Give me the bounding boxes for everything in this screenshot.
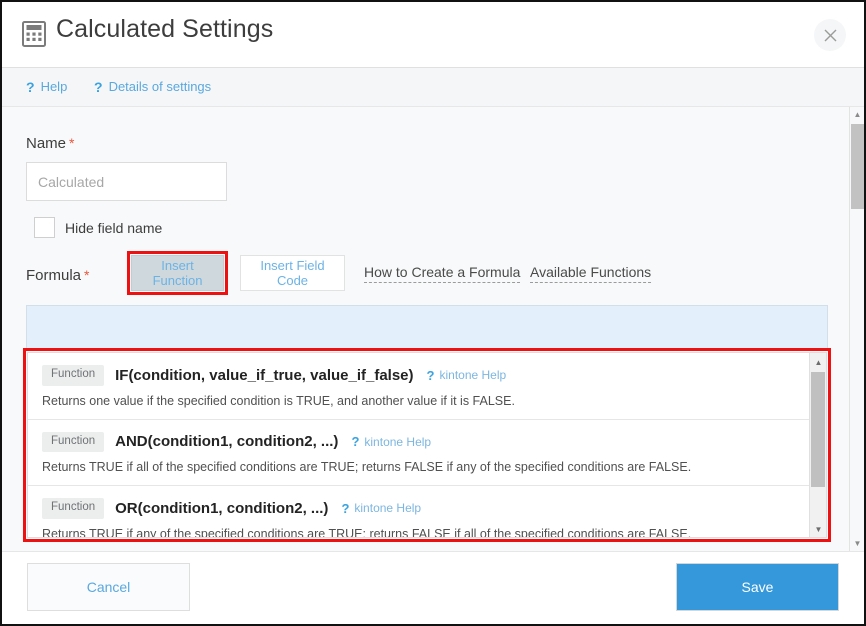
dialog-footer: Cancel Save: [2, 551, 864, 624]
cancel-button[interactable]: Cancel: [27, 563, 190, 611]
list-item[interactable]: Function IF(condition, value_if_true, va…: [28, 353, 811, 420]
question-mark-icon: ?: [427, 368, 435, 383]
hide-field-name-label: Hide field name: [65, 220, 162, 236]
scroll-down-icon[interactable]: ▼: [850, 536, 864, 551]
help-link-label: Help: [41, 79, 68, 94]
page-title: Calculated Settings: [56, 15, 273, 44]
required-marker: *: [84, 267, 89, 283]
function-badge: Function: [42, 432, 104, 453]
hide-field-name-checkbox-row[interactable]: Hide field name: [34, 217, 162, 238]
function-help-link[interactable]: ? kintone Help: [341, 501, 421, 516]
function-signature: AND(condition1, condition2, ...): [115, 433, 338, 450]
scroll-up-icon[interactable]: ▲: [850, 107, 864, 122]
function-badge: Function: [42, 365, 104, 386]
question-mark-icon: ?: [341, 501, 349, 516]
question-mark-icon: ?: [94, 80, 103, 94]
scrollbar-thumb[interactable]: [851, 124, 864, 209]
insert-function-button[interactable]: Insert Function: [131, 255, 224, 291]
function-help-label: kintone Help: [354, 501, 421, 515]
dialog-header: Calculated Settings: [2, 2, 864, 68]
function-header: Function OR(condition1, condition2, ...)…: [42, 498, 797, 519]
function-help-label: kintone Help: [364, 435, 431, 449]
calculated-settings-dialog: Calculated Settings ? Help ? Details of …: [0, 0, 866, 626]
function-signature: IF(condition, value_if_true, value_if_fa…: [115, 367, 413, 384]
function-description: Returns TRUE if any of the specified con…: [42, 527, 797, 539]
insert-field-code-button[interactable]: Insert Field Code: [240, 255, 345, 291]
name-label-text: Name: [26, 135, 66, 152]
help-toolbar: ? Help ? Details of settings: [2, 68, 864, 107]
save-button[interactable]: Save: [676, 563, 839, 611]
available-functions-link[interactable]: Available Functions: [530, 264, 651, 283]
name-field-label: Name*: [26, 135, 74, 152]
scrollbar-thumb[interactable]: [811, 372, 825, 487]
formula-label-text: Formula: [26, 267, 81, 284]
scroll-up-icon[interactable]: ▲: [810, 355, 827, 370]
calculator-icon: [22, 21, 46, 47]
function-help-label: kintone Help: [439, 368, 506, 382]
function-badge: Function: [42, 498, 104, 519]
function-description: Returns one value if the specified condi…: [42, 394, 797, 408]
list-item[interactable]: Function OR(condition1, condition2, ...)…: [28, 486, 811, 538]
list-item[interactable]: Function AND(condition1, condition2, ...…: [28, 420, 811, 487]
how-to-create-a-formula-link[interactable]: How to Create a Formula: [364, 264, 520, 283]
function-list-scroll-area: Function IF(condition, value_if_true, va…: [28, 353, 811, 538]
name-input[interactable]: [26, 162, 227, 201]
question-mark-icon: ?: [26, 80, 35, 94]
function-header: Function IF(condition, value_if_true, va…: [42, 365, 797, 386]
required-marker: *: [69, 135, 74, 151]
function-header: Function AND(condition1, condition2, ...…: [42, 432, 797, 453]
formula-input[interactable]: [26, 305, 828, 350]
function-help-link[interactable]: ? kintone Help: [351, 434, 431, 449]
question-mark-icon: ?: [351, 434, 359, 449]
function-signature: OR(condition1, condition2, ...): [115, 500, 328, 517]
function-list-scrollbar[interactable]: ▲ ▼: [809, 353, 826, 538]
close-button[interactable]: [814, 19, 846, 51]
help-link[interactable]: ? Help: [26, 79, 67, 94]
scroll-down-icon[interactable]: ▼: [810, 522, 827, 537]
function-description: Returns TRUE if all of the specified con…: [42, 460, 797, 474]
dialog-body: Name* Hide field name Formula* Insert Fu…: [2, 107, 864, 551]
dialog-scrollbar[interactable]: ▲ ▼: [849, 107, 864, 551]
formula-field-label: Formula*: [26, 267, 89, 284]
hide-field-name-checkbox[interactable]: [34, 217, 55, 238]
function-list: Function IF(condition, value_if_true, va…: [27, 352, 827, 538]
function-help-link[interactable]: ? kintone Help: [427, 368, 507, 383]
details-of-settings-link[interactable]: ? Details of settings: [94, 79, 211, 94]
close-icon: [824, 29, 837, 42]
details-of-settings-label: Details of settings: [109, 79, 212, 94]
